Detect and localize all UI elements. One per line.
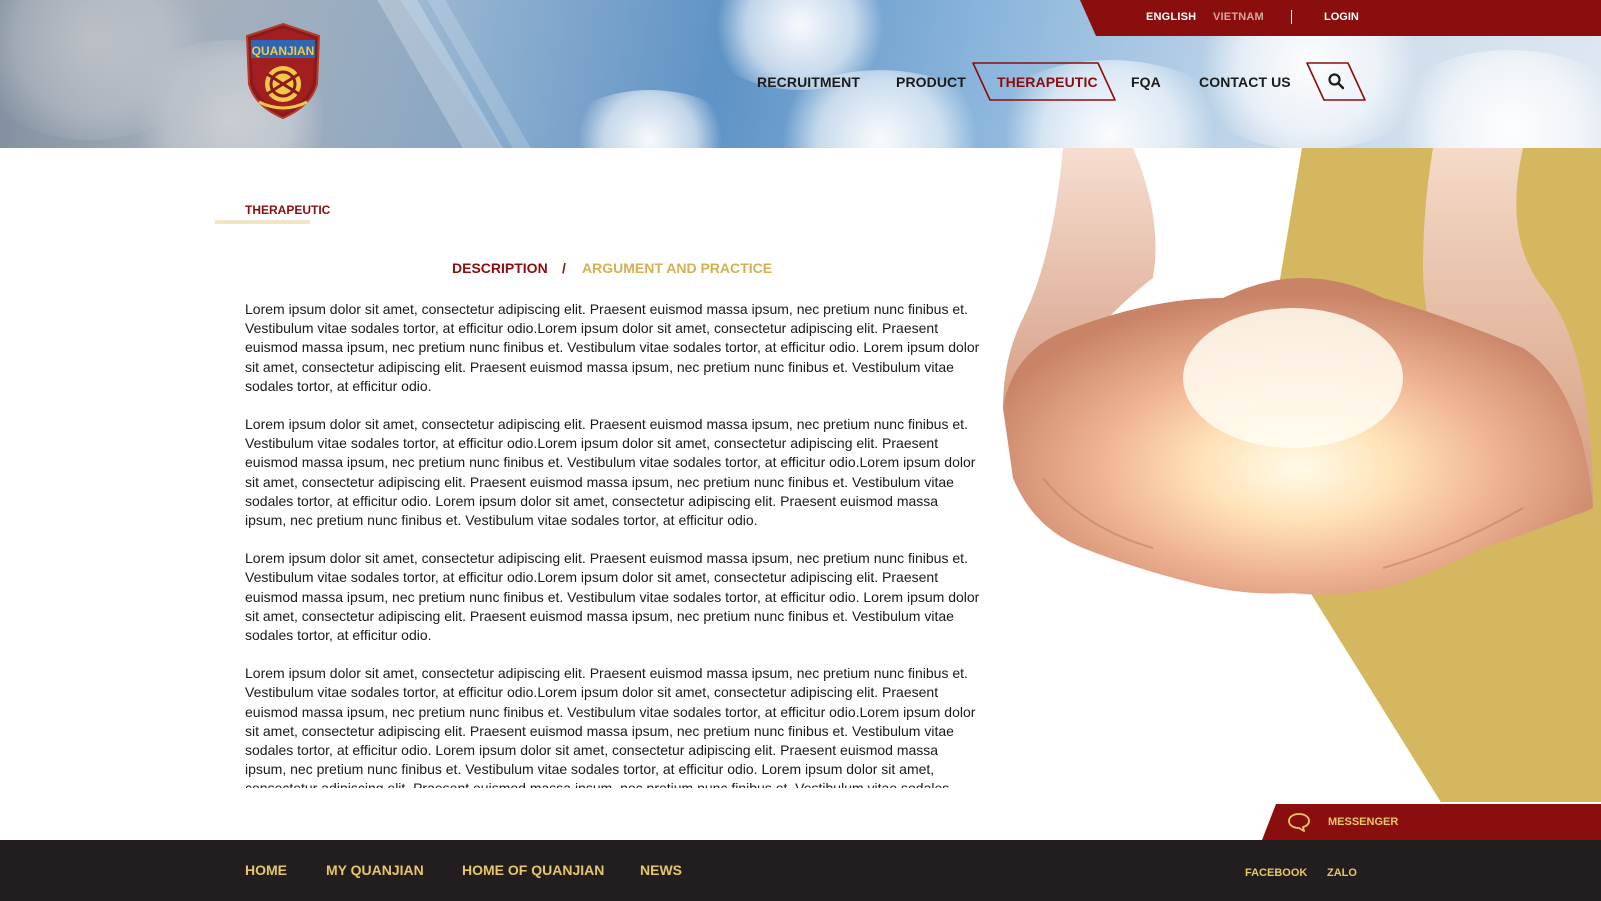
- article-paragraph: Lorem ipsum dolor sit amet, consectetur …: [245, 416, 976, 529]
- messenger-button[interactable]: [1262, 804, 1601, 840]
- nav-recruitment[interactable]: RECRUITMENT: [757, 74, 860, 90]
- tab-description[interactable]: DESCRIPTION: [452, 260, 548, 276]
- article-paragraph: Lorem ipsum dolor sit amet, consectetur …: [245, 550, 980, 644]
- tab-separator: /: [562, 260, 566, 276]
- messenger-label[interactable]: MESSENGER: [1328, 816, 1398, 828]
- tab-argument-and-practice[interactable]: ARGUMENT AND PRACTICE: [582, 260, 772, 276]
- social-zalo[interactable]: ZALO: [1327, 867, 1357, 879]
- article-paragraph: Lorem ipsum dolor sit amet, consectetur …: [245, 665, 976, 788]
- language-vietnam[interactable]: VIETNAM: [1213, 11, 1264, 23]
- language-english[interactable]: ENGLISH: [1146, 11, 1196, 23]
- nav-therapeutic[interactable]: THERAPEUTIC: [997, 74, 1098, 90]
- login-link[interactable]: LOGIN: [1324, 11, 1359, 23]
- brand-name: QUANJIAN: [251, 44, 315, 58]
- topbar-divider: [1291, 10, 1292, 24]
- nav-contact-us[interactable]: CONTACT US: [1199, 74, 1291, 90]
- nav-product[interactable]: PRODUCT: [896, 74, 966, 90]
- footer-link-home[interactable]: HOME: [245, 862, 287, 878]
- shield-logo-icon: [245, 22, 321, 120]
- brand-logo[interactable]: QUANJIAN: [245, 22, 321, 120]
- nav-fqa[interactable]: FQA: [1131, 74, 1161, 90]
- article-paragraph: Lorem ipsum dolor sit amet, consectetur …: [245, 301, 980, 394]
- footer-link-home-of-quanjian[interactable]: HOME OF QUANJIAN: [462, 862, 604, 878]
- glowing-hands-image: [1003, 148, 1593, 595]
- article-body: Lorem ipsum dolor sit amet, consectetur …: [245, 300, 980, 788]
- breadcrumb[interactable]: THERAPEUTIC: [245, 203, 330, 217]
- search-icon: [1328, 73, 1345, 90]
- footer-link-news[interactable]: NEWS: [640, 862, 682, 878]
- social-facebook[interactable]: FACEBOOK: [1245, 867, 1307, 879]
- breadcrumb-underline: [215, 220, 310, 224]
- chat-bubble-icon[interactable]: [1287, 812, 1311, 832]
- footer: [0, 840, 1601, 901]
- footer-link-my-quanjian[interactable]: MY QUANJIAN: [326, 862, 424, 878]
